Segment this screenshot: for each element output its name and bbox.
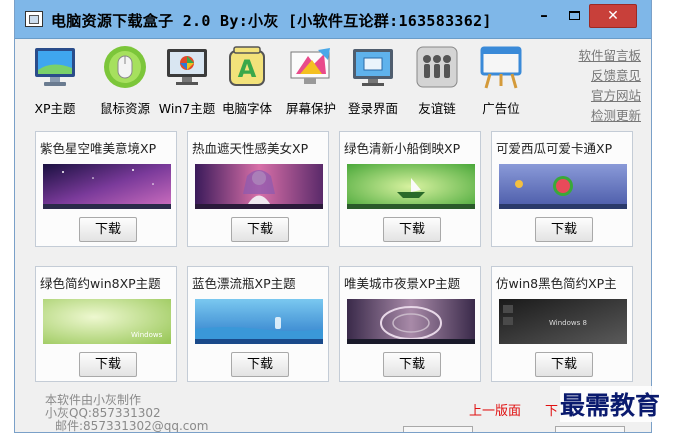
theme-title: 蓝色漂流瓶XP主题 (192, 276, 296, 291)
close-button[interactable]: ✕ (589, 4, 637, 28)
download-button[interactable]: 下载 (79, 352, 137, 377)
main-window: 电脑资源下载盒子 2.0 By:小灰 [小软件互论群:163583362] – … (14, 0, 652, 433)
theme-thumbnail[interactable] (195, 299, 323, 344)
toolbar-label: 电脑字体 (221, 101, 272, 116)
theme-card: 仿win8黑色简约XP主 Windows 8 下载 (491, 266, 633, 382)
theme-title: 紫色星空唯美意境XP (40, 141, 157, 156)
toolbar-item-ad-slot[interactable]: 广告位 (471, 42, 531, 118)
link-check-update[interactable]: 检测更新 (561, 106, 641, 126)
svg-text:Windows 8: Windows 8 (549, 319, 587, 327)
toolbar-item-login-screen[interactable]: 登录界面 (343, 42, 403, 118)
theme-card: 绿色清新小船倒映XP 下载 (339, 131, 481, 247)
download-button[interactable]: 下载 (383, 352, 441, 377)
window-title: 电脑资源下载盒子 2.0 By:小灰 [小软件互论群:163583362] (51, 12, 492, 30)
download-button[interactable]: 下载 (535, 217, 593, 242)
download-button[interactable]: 下载 (231, 352, 289, 377)
maximize-button[interactable] (561, 4, 587, 28)
page-button[interactable] (403, 426, 473, 432)
theme-card: 热血遮天性感美女XP 下载 (187, 131, 329, 247)
theme-title: 绿色清新小船倒映XP (344, 141, 461, 156)
theme-thumbnail[interactable] (347, 164, 475, 209)
toolbar-label: 广告位 (482, 101, 520, 116)
toolbar-item-xp-theme[interactable]: XP主题 (25, 42, 85, 118)
theme-title: 可爱西瓜可爱卡通XP (496, 141, 613, 156)
theme-thumbnail[interactable]: Windows (43, 299, 171, 344)
credits-email: 邮件:857331302@qq.com (55, 419, 209, 433)
theme-title: 仿win8黑色简约XP主 (496, 276, 617, 291)
monitor-icon (32, 44, 78, 90)
win7-monitor-icon (164, 44, 210, 90)
toolbar-item-fonts[interactable]: A 电脑字体 (217, 42, 277, 118)
toolbar-item-screensaver[interactable]: 屏幕保护 (281, 42, 341, 118)
mouse-icon (102, 44, 148, 90)
theme-card: 绿色简约win8XP主题 Windows 下载 (35, 266, 177, 382)
theme-title: 绿色简约win8XP主题 (40, 276, 161, 291)
toolbar-label: 登录界面 (347, 101, 398, 116)
screensaver-icon (288, 44, 334, 90)
theme-thumbnail[interactable] (195, 164, 323, 209)
minimize-button[interactable]: – (531, 4, 557, 28)
download-button[interactable]: 下载 (383, 217, 441, 242)
category-toolbar: XP主题 鼠标资源 Win7主题 A 电脑字体 屏幕保护 登录界面 友谊链 广告… (15, 40, 651, 120)
theme-thumbnail[interactable]: Windows 8 (499, 299, 627, 344)
login-screen-icon (350, 44, 396, 90)
link-message-board[interactable]: 软件留言板 (561, 46, 641, 66)
theme-card: 紫色星空唯美意境XP 下载 (35, 131, 177, 247)
prev-page-link[interactable]: 上一版面 (469, 400, 521, 419)
toolbar-label: 友谊链 (418, 101, 456, 116)
side-links: 软件留言板 反馈意见 官方网站 检测更新 (561, 46, 641, 126)
download-button[interactable]: 下载 (535, 352, 593, 377)
next-page-link[interactable]: 下 (545, 400, 558, 419)
theme-thumbnail[interactable] (347, 299, 475, 344)
toolbar-item-friend-links[interactable]: 友谊链 (407, 42, 467, 118)
toolbar-item-win7-theme[interactable]: Win7主题 (157, 42, 217, 118)
theme-thumbnail[interactable] (43, 164, 171, 209)
title-bar[interactable]: 电脑资源下载盒子 2.0 By:小灰 [小软件互论群:163583362] – … (15, 0, 651, 39)
link-feedback[interactable]: 反馈意见 (561, 66, 641, 86)
svg-text:A: A (238, 55, 257, 83)
toolbar-item-mouse[interactable]: 鼠标资源 (95, 42, 155, 118)
theme-card: 蓝色漂流瓶XP主题 下载 (187, 266, 329, 382)
toolbar-label: XP主题 (34, 101, 76, 116)
download-button[interactable]: 下载 (79, 217, 137, 242)
svg-text:Windows: Windows (131, 331, 163, 339)
font-icon: A (224, 44, 270, 90)
theme-card: 可爱西瓜可爱卡通XP 下载 (491, 131, 633, 247)
maximize-icon (568, 11, 580, 20)
watermark-logo: 最需教育 (560, 386, 661, 422)
credits: 本软件由小灰制作 小灰QQ:857331302 邮件:857331302@qq.… (45, 394, 208, 433)
theme-thumbnail[interactable] (499, 164, 627, 209)
billboard-icon (478, 44, 524, 90)
page-button[interactable] (555, 426, 625, 432)
people-icon (414, 44, 460, 90)
app-icon (25, 11, 43, 27)
download-button[interactable]: 下载 (231, 217, 289, 242)
theme-card: 唯美城市夜景XP主题 下载 (339, 266, 481, 382)
link-official-site[interactable]: 官方网站 (561, 86, 641, 106)
theme-title: 唯美城市夜景XP主题 (344, 276, 461, 291)
theme-title: 热血遮天性感美女XP (192, 141, 309, 156)
